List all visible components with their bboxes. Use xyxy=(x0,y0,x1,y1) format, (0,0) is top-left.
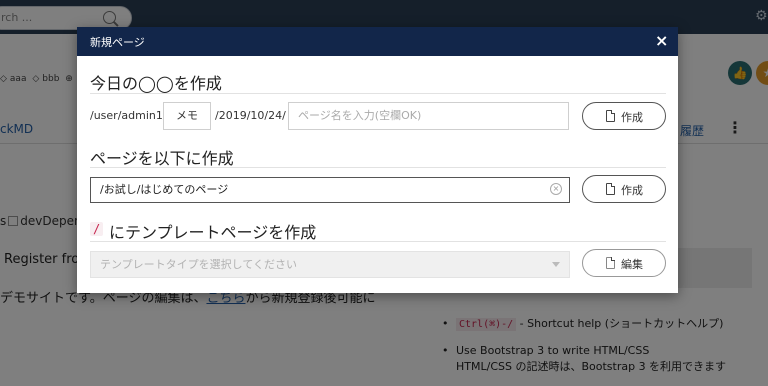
edit-template-button[interactable]: 編集 xyxy=(582,249,666,277)
close-icon[interactable]: × xyxy=(655,31,668,50)
create-button-label: 作成 xyxy=(621,111,643,124)
template-type-select[interactable]: テンプレートタイプを選択してください xyxy=(90,251,570,278)
create-under-button[interactable]: 作成 xyxy=(582,175,666,203)
template-section-heading: にテンプレートページを作成 xyxy=(109,223,317,242)
new-page-modal: 新規ページ × 今日の◯◯を作成 /user/admin1/ メモ /2019/… xyxy=(77,27,678,293)
user-path-prefix: /user/admin1/ xyxy=(90,109,167,122)
section-divider xyxy=(90,93,666,94)
modal-title: 新規ページ xyxy=(90,36,145,49)
create-button-label: 作成 xyxy=(621,184,643,197)
section-divider xyxy=(90,241,666,242)
create-today-button[interactable]: 作成 xyxy=(582,102,666,130)
document-icon xyxy=(606,183,615,195)
slash-code: / xyxy=(90,222,104,236)
memo-input[interactable]: メモ xyxy=(163,102,211,130)
page-name-input[interactable]: ページ名を入力(空欄OK) xyxy=(288,102,569,130)
document-icon xyxy=(606,257,615,269)
under-section-heading: ページを以下に作成 xyxy=(90,149,234,168)
chevron-down-icon xyxy=(552,262,560,267)
clear-icon[interactable]: × xyxy=(550,183,562,195)
date-path: /2019/10/24/ xyxy=(215,109,286,122)
edit-button-label: 編集 xyxy=(621,258,643,271)
modal-header: 新規ページ × xyxy=(77,27,678,56)
page-path-input[interactable]: /お試し/はじめてのページ xyxy=(90,177,570,203)
today-section-heading: 今日の◯◯を作成 xyxy=(90,74,222,93)
section-divider xyxy=(90,167,666,168)
document-icon xyxy=(606,110,615,122)
